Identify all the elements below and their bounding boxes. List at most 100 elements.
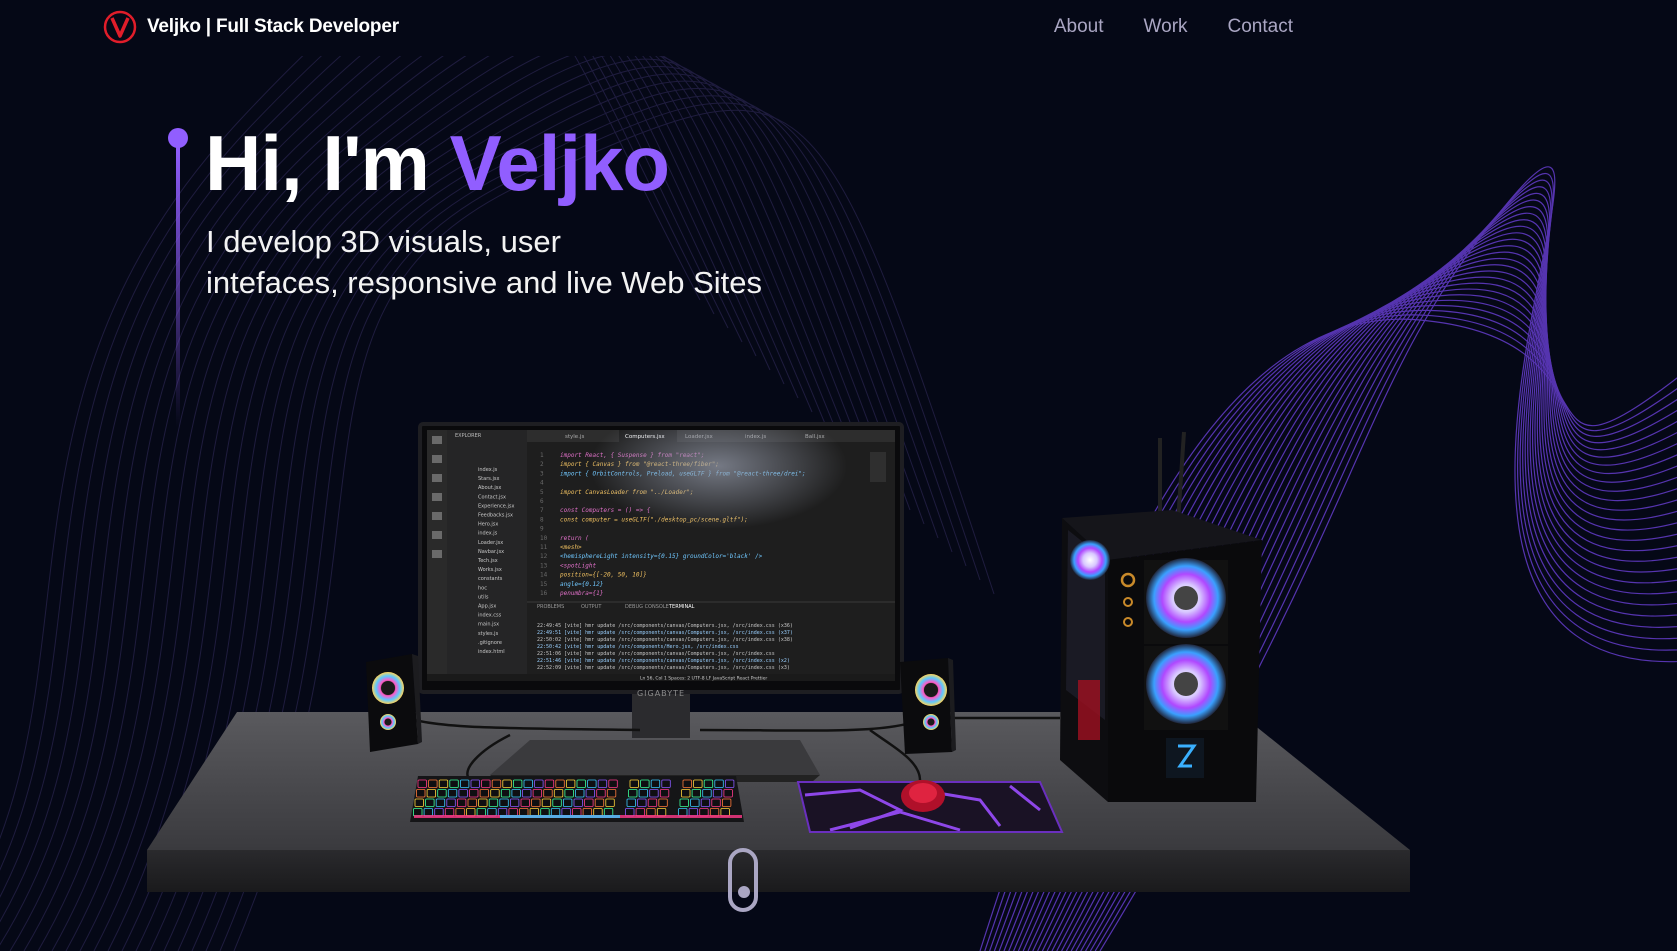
file-tree-item: Loader.jsx bbox=[478, 540, 503, 546]
keyboard-key bbox=[458, 789, 468, 798]
keyboard-key bbox=[532, 789, 542, 798]
nav-item-about[interactable]: About bbox=[1054, 16, 1104, 38]
keyboard-key bbox=[478, 798, 488, 807]
keyboard-key bbox=[681, 789, 691, 798]
file-tree-item: hoc bbox=[478, 585, 487, 591]
keyboard-key bbox=[699, 808, 709, 817]
hero-name: Veljko bbox=[449, 119, 670, 207]
keyboard-key bbox=[466, 808, 476, 817]
keyboard bbox=[410, 776, 744, 822]
keyboard-key bbox=[487, 808, 497, 817]
file-tree-item: Experience.jsx bbox=[478, 503, 514, 509]
keyboard-key bbox=[603, 808, 614, 817]
file-tree-item: App.jsx bbox=[478, 604, 496, 610]
keyboard-key bbox=[500, 789, 511, 798]
left-speaker bbox=[366, 654, 422, 752]
keyboard-key bbox=[541, 798, 552, 807]
keyboard-key bbox=[413, 808, 423, 817]
keyboard-key bbox=[511, 789, 521, 798]
keyboard-key bbox=[720, 808, 730, 817]
terminal-line: 22:49:45 [vite] hmr update /src/componen… bbox=[537, 623, 793, 629]
keyboard-key bbox=[509, 798, 520, 807]
terminal-line: 22:51:06 [vite] hmr update /src/componen… bbox=[537, 651, 775, 657]
keyboard-key bbox=[467, 798, 477, 807]
keyboard-key bbox=[519, 808, 529, 817]
keyboard-key bbox=[650, 779, 661, 788]
keyboard-key bbox=[572, 808, 582, 817]
keyboard-key bbox=[555, 779, 565, 788]
monitor-brand-label: GIGABYTE bbox=[637, 689, 685, 698]
keyboard-key bbox=[459, 779, 470, 788]
keyboard-key bbox=[625, 808, 635, 817]
keyboard-key bbox=[502, 779, 512, 788]
keyboard-key bbox=[679, 798, 689, 807]
keyboard-key bbox=[499, 798, 509, 807]
terminal-line: 22:52:09 [vite] hmr update /src/componen… bbox=[537, 665, 790, 671]
keyboard-key bbox=[640, 779, 650, 788]
keyboard-key bbox=[628, 789, 638, 798]
file-tree-item: constants bbox=[478, 576, 503, 582]
keyboard-key bbox=[428, 779, 438, 788]
file-tree-item: Hero.jsx bbox=[478, 522, 498, 528]
nav-item-work[interactable]: Work bbox=[1144, 16, 1188, 38]
keyboard-key bbox=[709, 808, 720, 817]
keyboard-key bbox=[491, 779, 502, 788]
brand-logo-link[interactable]: Veljko | Full Stack Developer bbox=[103, 10, 399, 44]
keyboard-key bbox=[576, 779, 586, 788]
keyboard-key bbox=[678, 808, 688, 817]
monitor: EXPLORER index.js Stars.jsx About.jsx Conta… bbox=[418, 422, 904, 698]
keyboard-key bbox=[575, 789, 585, 798]
keyboard-key bbox=[437, 789, 447, 798]
file-tree-item: styles.js bbox=[478, 631, 499, 637]
keyboard-key bbox=[635, 808, 645, 817]
keyboard-key bbox=[637, 798, 647, 807]
file-tree-item: index.css bbox=[478, 613, 502, 619]
keyboard-key bbox=[470, 779, 480, 788]
keyboard-key bbox=[626, 798, 636, 807]
keyboard-key bbox=[711, 798, 721, 807]
keyboard-key bbox=[606, 789, 617, 798]
keyboard-key bbox=[638, 789, 648, 798]
keyboard-key bbox=[520, 798, 530, 807]
keyboard-key bbox=[513, 779, 523, 788]
keyboard-key bbox=[435, 798, 446, 807]
keyboard-key bbox=[434, 808, 444, 817]
keyboard-key bbox=[490, 789, 500, 798]
keyboard-key bbox=[573, 798, 583, 807]
keyboard-key bbox=[497, 808, 508, 817]
keyboard-key bbox=[561, 808, 571, 817]
file-tree-item: Tech.jsx bbox=[477, 558, 498, 564]
file-tree-item: index.js bbox=[478, 531, 498, 537]
keyboard-key bbox=[594, 798, 605, 807]
nav-item-contact[interactable]: Contact bbox=[1228, 16, 1293, 38]
file-tree-item: .gitignore bbox=[478, 640, 502, 646]
file-tree-item: main.jsx bbox=[478, 622, 499, 628]
keyboard-key bbox=[449, 779, 459, 788]
terminal-line: 22:49:51 [vite] hmr update /src/componen… bbox=[537, 630, 793, 636]
hero-subtitle-line2: intefaces, responsive and live Web Sites bbox=[206, 265, 763, 300]
keyboard-key bbox=[534, 779, 544, 788]
keyboard-key bbox=[712, 789, 723, 798]
hero-title: Hi, I'm Veljko bbox=[205, 118, 670, 209]
file-tree-item: Stars.jsx bbox=[478, 476, 499, 482]
keyboard-key bbox=[426, 789, 437, 798]
keyboard-key bbox=[703, 779, 714, 788]
terminal-line: 22:50:42 [vite] hmr update /src/componen… bbox=[537, 644, 739, 650]
keyboard-key bbox=[550, 808, 561, 817]
keyboard-key bbox=[656, 808, 667, 817]
keyboard-key bbox=[543, 789, 553, 798]
scroll-down-button[interactable] bbox=[728, 848, 758, 912]
keyboard-key bbox=[455, 808, 465, 817]
keyboard-key bbox=[693, 779, 703, 788]
scroll-dot-icon bbox=[738, 886, 750, 898]
mouse bbox=[901, 780, 945, 812]
keyboard-key bbox=[564, 789, 574, 798]
keyboard-key bbox=[446, 798, 456, 807]
keyboard-key bbox=[585, 789, 595, 798]
keyboard-key bbox=[540, 808, 550, 817]
keyboard-key bbox=[414, 798, 424, 807]
keyboard-key bbox=[593, 808, 603, 817]
keyboard-key bbox=[447, 789, 458, 798]
keyboard-key bbox=[563, 798, 573, 807]
terminal-line: 22:50:02 [vite] hmr update /src/componen… bbox=[537, 637, 793, 643]
